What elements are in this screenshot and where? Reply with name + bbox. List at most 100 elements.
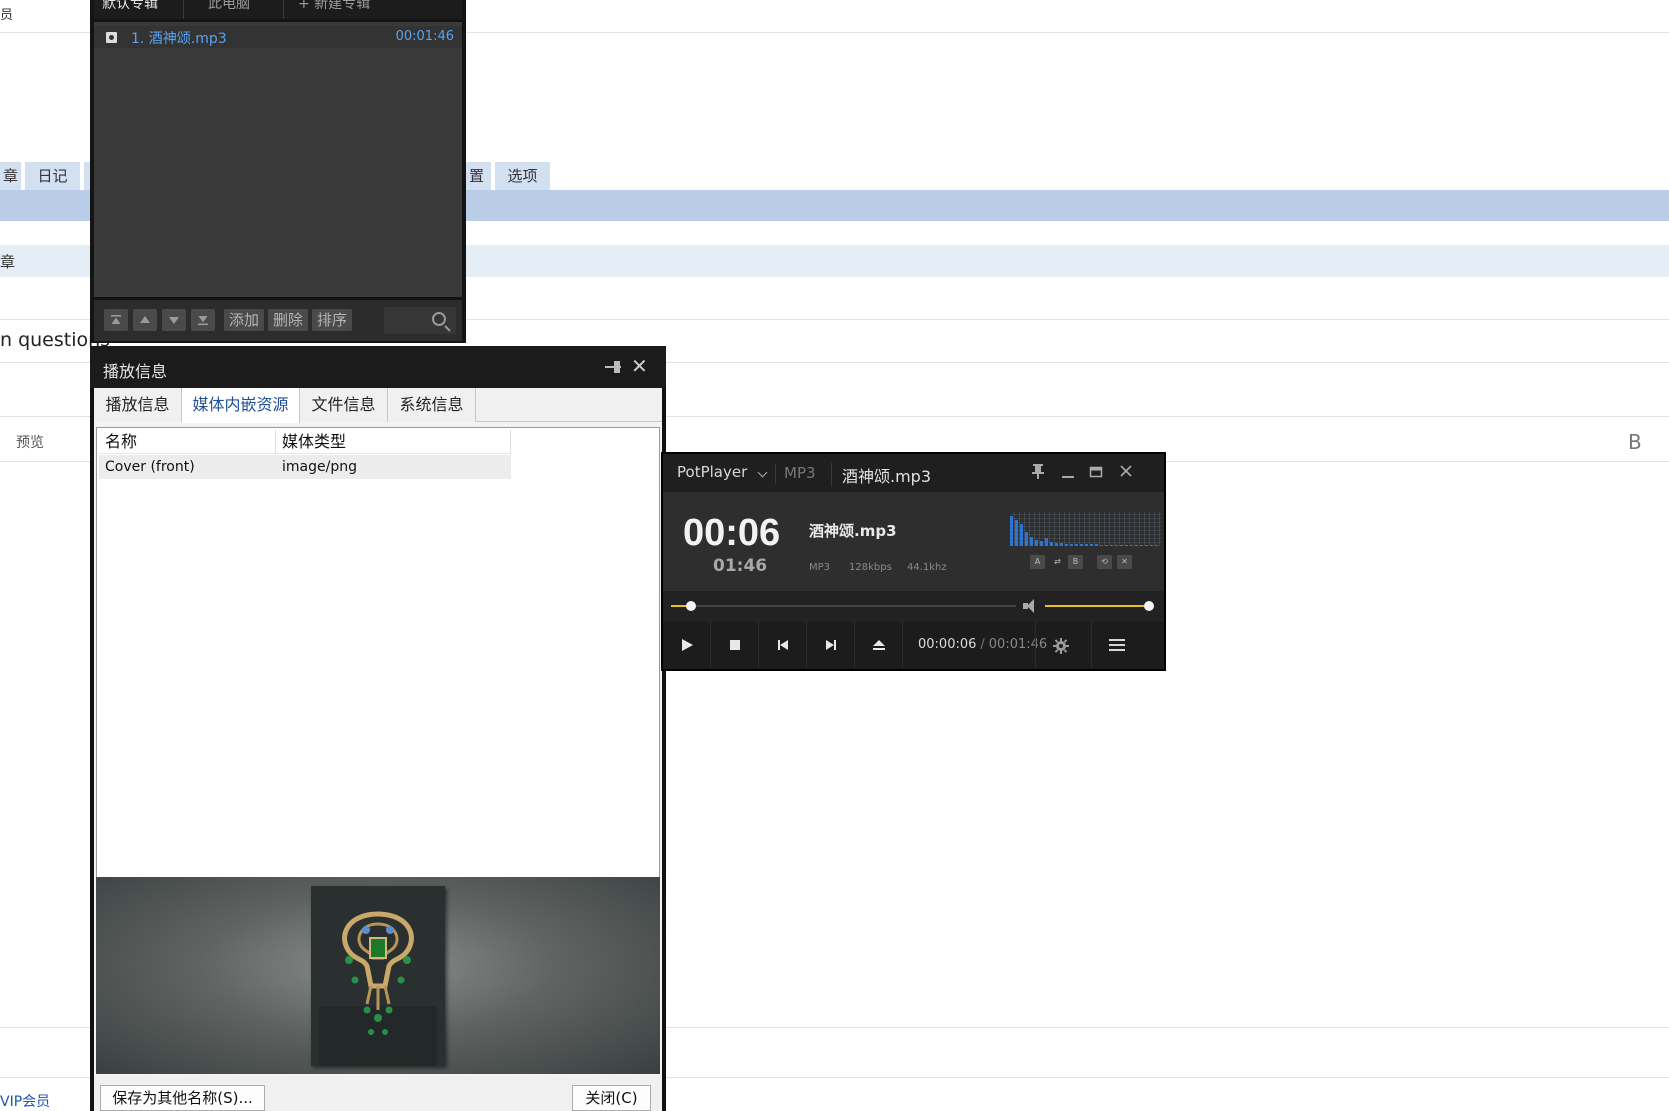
menu-button[interactable]	[1091, 622, 1139, 669]
stop-button[interactable]	[711, 622, 759, 669]
settings-button[interactable]	[1035, 622, 1083, 669]
spectrum-bar	[1030, 537, 1033, 546]
pin-icon[interactable]	[605, 360, 623, 374]
bg-tab-article[interactable]: 章	[0, 162, 21, 191]
audio-file-icon	[106, 32, 117, 43]
bold-button[interactable]: B	[1628, 430, 1642, 454]
cell-media-type: image/png	[276, 455, 511, 479]
spectrum-bar	[1045, 538, 1048, 546]
move-up-button[interactable]	[133, 309, 157, 331]
spectrum-bar	[1135, 545, 1138, 546]
cell-name: Cover (front)	[99, 455, 276, 479]
samplerate-label: 44.1khz	[907, 562, 947, 573]
spectrum-bar	[1130, 545, 1133, 546]
minimize-icon[interactable]	[1061, 463, 1075, 483]
dialog-tabs: 播放信息 媒体内嵌资源 文件信息 系统信息	[94, 388, 662, 423]
play-button[interactable]	[663, 622, 711, 669]
playlist-item[interactable]: 1. 酒神颂.mp3 00:01:46	[94, 26, 462, 48]
move-top-button[interactable]	[104, 309, 128, 331]
player-titlebar: PotPlayer MP3 酒神颂.mp3	[663, 454, 1164, 492]
volume-handle[interactable]	[1144, 601, 1154, 611]
move-bottom-button[interactable]	[191, 309, 215, 331]
spectrum-bar	[1050, 542, 1053, 546]
playlist-tab-this-pc[interactable]: 此电脑	[184, 0, 284, 19]
ab-repeat-a-icon[interactable]: A	[1030, 555, 1045, 569]
vip-link[interactable]: VIP会员	[0, 1091, 50, 1111]
player-display: 00:06 01:46 酒神颂.mp3 MP3 128kbps 44.1khz …	[663, 492, 1164, 591]
ab-repeat-swap-icon[interactable]: ⇄	[1050, 555, 1065, 569]
spectrum-bar	[1040, 541, 1043, 546]
close-icon[interactable]: ✕	[631, 354, 648, 378]
search-icon	[432, 312, 446, 326]
seek-bar[interactable]	[671, 601, 1016, 611]
bg-tab-settings[interactable]: 置	[462, 162, 491, 191]
playlist-tab-new-album[interactable]: + 新建专辑	[284, 0, 394, 19]
add-button[interactable]: 添加	[224, 309, 264, 331]
pin-icon[interactable]	[1031, 463, 1045, 483]
dialog-footer: 保存为其他名称(S)... 关闭(C)	[94, 1076, 662, 1111]
maximize-icon[interactable]	[1089, 463, 1103, 483]
dialog-body: 播放信息 媒体内嵌资源 文件信息 系统信息 名称 媒体类型 Cover (fro…	[94, 388, 662, 1111]
spectrum-bar	[1070, 544, 1073, 546]
spectrum-bar	[1020, 524, 1023, 546]
close-button[interactable]: 关闭(C)	[572, 1085, 651, 1111]
save-as-button[interactable]: 保存为其他名称(S)...	[100, 1085, 265, 1111]
tab-embedded-media[interactable]: 媒体内嵌资源	[182, 388, 300, 423]
volume-icon[interactable]	[1023, 599, 1041, 613]
spectrum-bar	[1150, 545, 1153, 546]
chevron-down-icon[interactable]	[757, 467, 768, 478]
volume-slider[interactable]	[1045, 601, 1154, 611]
control-bar: 00:00:06/00:01:46	[663, 622, 1164, 669]
spectrum-bar	[1155, 545, 1158, 546]
spectrum-bar	[1010, 516, 1013, 546]
previous-button[interactable]	[759, 622, 807, 669]
column-header-media-type[interactable]: 媒体类型	[276, 430, 511, 454]
potplayer-menu[interactable]: PotPlayer	[677, 463, 747, 481]
spectrum-bar	[1095, 544, 1098, 546]
spectrum-bar	[1115, 545, 1118, 546]
tab-playback-info[interactable]: 播放信息	[94, 388, 182, 422]
playlist-search[interactable]	[384, 307, 456, 334]
time-current: 00:00:06	[918, 637, 977, 652]
spectrum-bar	[1025, 532, 1028, 546]
next-button[interactable]	[807, 622, 855, 669]
bg-tab-options[interactable]: 选项	[495, 162, 550, 191]
sort-button[interactable]: 排序	[312, 309, 352, 331]
playlist-tab-default[interactable]: 默认专辑	[94, 0, 184, 19]
playlist-toolbar: 添加 删除 排序	[94, 300, 462, 341]
shuffle-icon[interactable]: ✕	[1117, 555, 1132, 569]
bg-tab-diary[interactable]: 日记	[25, 162, 80, 191]
repeat-icon[interactable]: ⟲	[1097, 555, 1112, 569]
playlist-list: 1. 酒神颂.mp3 00:01:46	[94, 22, 462, 297]
volume-level	[1045, 605, 1149, 607]
spectrum-bar	[1110, 545, 1113, 546]
total-time: 01:46	[713, 556, 768, 576]
stop-icon	[730, 640, 740, 650]
audio-spectrum	[1010, 512, 1162, 546]
dialog-title: 播放信息	[103, 362, 168, 381]
eject-icon	[873, 640, 885, 650]
preview-tab[interactable]: 预览	[16, 432, 44, 452]
seek-handle[interactable]	[685, 601, 696, 611]
seek-area	[663, 591, 1164, 622]
column-header-name[interactable]: 名称	[99, 430, 276, 454]
next-icon	[826, 640, 836, 650]
potplayer-window: PotPlayer MP3 酒神颂.mp3 00:06 01:46 酒神颂.mp…	[661, 452, 1166, 671]
close-icon[interactable]	[1119, 463, 1133, 483]
eject-button[interactable]	[855, 622, 903, 669]
tab-system-info[interactable]: 系统信息	[388, 388, 476, 422]
play-icon	[682, 639, 693, 651]
dialog-titlebar: 播放信息 ✕	[90, 346, 666, 388]
now-playing-filename: 酒神颂.mp3	[809, 522, 897, 540]
playlist-tabs: 默认专辑 此电脑 + 新建专辑	[94, 0, 462, 19]
embedded-media-table: 名称 媒体类型 Cover (front) image/png	[96, 427, 660, 879]
move-down-icon	[169, 317, 179, 324]
move-top-icon	[111, 315, 121, 324]
ab-repeat-b-icon[interactable]: B	[1068, 555, 1083, 569]
tab-file-info[interactable]: 文件信息	[300, 388, 388, 422]
delete-button[interactable]: 删除	[268, 309, 308, 331]
top-left-text: 员	[0, 8, 14, 23]
codec-label: MP3	[809, 562, 831, 573]
move-down-button[interactable]	[162, 309, 186, 331]
spectrum-bar	[1075, 544, 1078, 546]
